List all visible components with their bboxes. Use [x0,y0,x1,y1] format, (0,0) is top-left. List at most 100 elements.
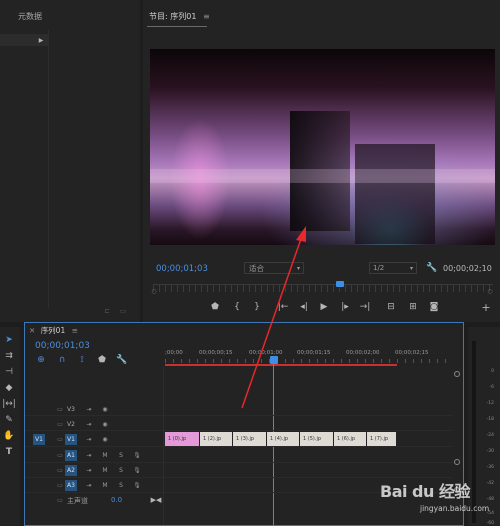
extract-icon[interactable]: ⊞ [407,301,419,313]
monitor-scrubber[interactable] [153,281,493,292]
sync-lock-icon[interactable]: ⇥ [83,419,95,430]
solo-button[interactable]: S [115,450,127,461]
slip-tool-icon[interactable]: |↔| [2,397,16,411]
panel-footer-icon[interactable]: ⊏ [102,306,112,316]
mark-in-icon[interactable]: { [231,301,243,313]
lift-icon[interactable]: ⊟ [385,301,397,313]
solo-button[interactable]: S [115,465,127,476]
video-clip[interactable]: 1 (2).jp [200,432,232,446]
play-icon[interactable]: ▶ [318,301,330,313]
ruler-label: ;00;00 [165,350,183,356]
close-icon[interactable]: ✕ [29,326,35,335]
video-clip[interactable]: 1 (3).jp [233,432,266,446]
go-to-in-icon[interactable]: |← [277,301,289,313]
sync-lock-icon[interactable]: ⇥ [83,434,95,445]
video-preview[interactable] [150,49,495,245]
track-label[interactable]: A3 [65,480,77,491]
timeline-tab[interactable]: ✕ 序列01 ≡ [29,325,78,336]
wrench-icon[interactable]: 🔧 [116,355,127,365]
audio-track-a2[interactable]: ▭ A2 ⇥ M S 🎙 [25,464,453,478]
pen-tool-icon[interactable]: ✎ [2,413,16,427]
ruler-label: 00;00;01;15 [297,350,331,356]
selection-tool-icon[interactable]: ➤ [2,333,16,347]
panel-footer-icon-2[interactable]: ▭ [118,306,128,316]
timeline-timecode[interactable]: 00;00;01;03 [35,341,90,351]
track-lock-icon[interactable]: ▭ [54,495,66,506]
add-button-icon[interactable]: + [480,301,492,314]
track-label: V2 [67,421,75,428]
clip-label: 1 (7).jp [370,436,389,442]
video-clip[interactable]: 1 (0).jp [165,432,199,446]
preview-dark-figure-2 [355,144,435,244]
metadata-panel-title[interactable]: 元数据 [18,11,42,22]
video-clip[interactable]: 1 (5).jp [300,432,333,446]
go-to-out-icon[interactable]: →| [359,301,371,313]
audio-track-a1[interactable]: ▭ A1 ⇥ M S 🎙 [25,449,453,463]
expand-arrow-icon[interactable]: ▶ [36,34,46,46]
scrubber-playhead[interactable] [336,281,344,287]
mute-button[interactable]: M [99,480,111,491]
chevron-down-icon: ▾ [409,264,413,272]
snap-icon[interactable]: ∩ [57,355,67,365]
current-timecode[interactable]: 00;00;01;03 [156,264,208,274]
tools-panel: ➤ ⇉ ⊣ ◆ |↔| ✎ ✋ T [0,327,20,526]
hand-tool-icon[interactable]: ✋ [2,429,16,443]
solo-button[interactable]: S [115,480,127,491]
add-marker-icon[interactable]: ⬟ [97,355,107,365]
mute-button[interactable]: M [99,465,111,476]
camera-icon[interactable]: ◙ [428,301,440,313]
track-label[interactable]: A2 [65,465,77,476]
track-label[interactable]: A1 [65,450,77,461]
video-clip[interactable]: 1 (7).jp [367,432,396,446]
sync-lock-icon[interactable]: ⇥ [83,465,95,476]
microphone-icon[interactable]: 🎙 [131,450,143,461]
microphone-icon[interactable]: 🎙 [131,465,143,476]
eye-icon[interactable]: ◉ [99,404,111,415]
ruler-label: 00;00;02;15 [395,350,429,356]
sync-lock-icon[interactable]: ⇥ [83,480,95,491]
mark-out-icon[interactable]: } [251,301,263,313]
wrench-icon[interactable]: 🔧 [426,262,438,274]
out-point-marker-icon: ○ [487,287,493,295]
step-back-icon[interactable]: ◂| [298,301,310,313]
video-clip[interactable]: 1 (6).jp [334,432,366,446]
sync-lock-icon[interactable]: ⇥ [83,450,95,461]
chevron-down-icon: ▾ [296,264,300,272]
timeline-ruler[interactable]: ;00;00 00;00;00;15 00;00;01;00 00;00;01;… [165,347,453,367]
track-label[interactable]: V1 [65,434,77,445]
playhead-marker[interactable] [270,356,278,364]
source-patch[interactable]: V1 [33,434,45,445]
resolution-dropdown[interactable]: 1/2 ▾ [369,262,417,274]
type-tool-icon[interactable]: T [2,445,16,459]
scroll-handle[interactable] [454,459,460,465]
razor-tool-icon[interactable]: ◆ [2,381,16,395]
eye-icon[interactable]: ◉ [99,434,111,445]
sync-lock-icon[interactable]: ⇥ [83,404,95,415]
meter-label: -30 [486,449,494,454]
master-value[interactable]: 0.0 [111,496,122,504]
program-monitor-title[interactable]: 节目: 序列01 ≡ [149,11,210,22]
video-clip[interactable]: 1 (4).jp [267,432,299,446]
scroll-handle[interactable] [454,371,460,377]
eye-icon[interactable]: ◉ [99,419,111,430]
track-select-tool-icon[interactable]: ⇉ [2,349,16,363]
mute-button[interactable]: M [99,450,111,461]
work-area-bar[interactable] [165,364,397,366]
in-point-marker-icon: ○ [151,287,157,295]
linked-selection-icon[interactable]: ⟟ [77,355,87,365]
track-label: V3 [67,406,75,413]
ripple-edit-tool-icon[interactable]: ⊣ [2,365,16,379]
microphone-icon[interactable]: 🎙 [131,480,143,491]
nest-icon[interactable]: ⊕ [36,355,46,365]
panel-menu-icon[interactable]: ≡ [203,12,210,21]
step-forward-icon[interactable]: |▸ [339,301,351,313]
video-track-v2[interactable]: ▭ V2 ⇥ ◉ [25,418,453,431]
meter-label: -18 [486,417,494,422]
panel-menu-icon[interactable]: ≡ [72,326,78,335]
video-track-v3[interactable]: ▭ V3 ⇥ ◉ [25,403,453,416]
add-marker-icon[interactable]: ⬟ [209,301,221,313]
tab-underline [147,26,207,27]
meter-label: -12 [486,401,494,406]
fit-dropdown[interactable]: 适合 ▾ [244,262,304,274]
go-to-end-icon[interactable]: ▶◀ [151,495,162,505]
